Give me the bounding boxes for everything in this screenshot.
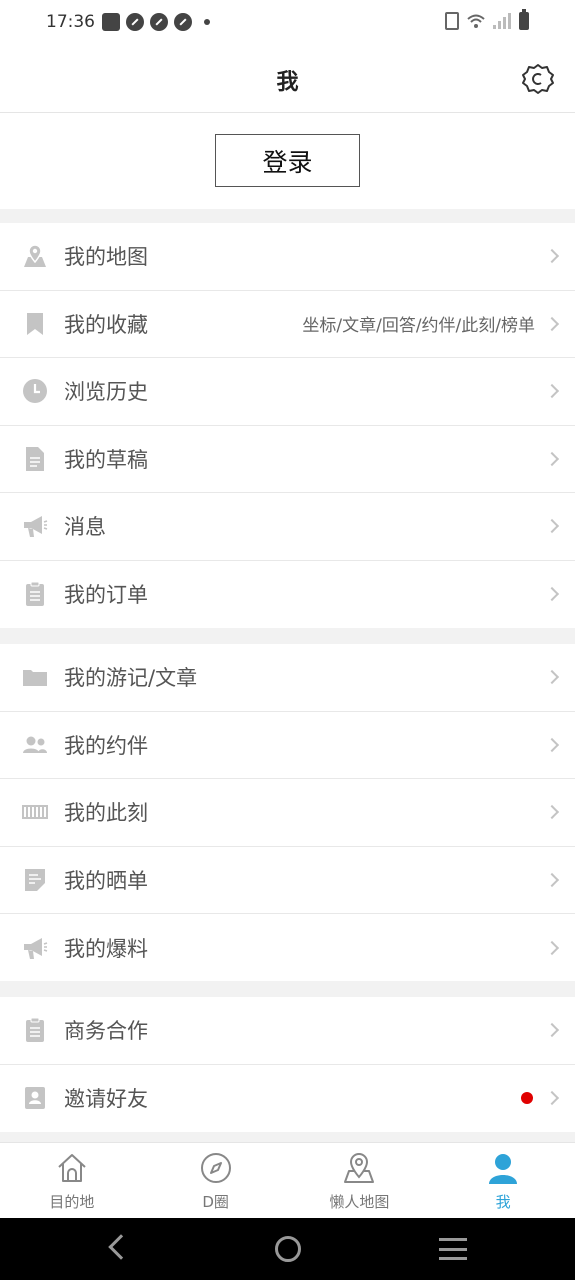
menu-item-drafts[interactable]: 我的草稿 <box>0 426 575 493</box>
chevron-right-icon <box>544 316 560 331</box>
favorites-subtitle: 坐标/文章/回答/约伴/此刻/榜单 <box>302 316 535 337</box>
section-divider <box>0 981 575 997</box>
menu-item-business[interactable]: 商务合作 <box>0 997 575 1065</box>
clock-icon <box>23 379 47 404</box>
signal-icon <box>493 13 511 29</box>
clipboard-icon <box>26 1017 44 1043</box>
user-icon <box>489 1154 518 1184</box>
compass-icon <box>200 1153 231 1183</box>
chevron-right-icon <box>544 805 560 820</box>
menu-label: 消息 <box>64 515 106 540</box>
chevron-right-icon <box>544 451 560 466</box>
menu-label: 商务合作 <box>64 1019 148 1044</box>
notification-icons <box>102 13 210 31</box>
shopping-bag-icon <box>102 13 120 31</box>
menu-label: 我的草稿 <box>64 447 148 472</box>
menu-item-companions[interactable]: 我的约伴 <box>0 712 575 779</box>
vibrate-icon <box>445 12 459 30</box>
section-divider <box>0 628 575 644</box>
menu-label: 我的订单 <box>64 583 148 608</box>
map-icon <box>24 244 46 268</box>
menu-label: 我的地图 <box>64 245 148 270</box>
tab-label: D圈 <box>202 1193 229 1211</box>
chevron-right-icon <box>544 1091 560 1106</box>
battery-icon <box>519 9 529 30</box>
system-icons <box>445 9 529 30</box>
notification-badge <box>521 1092 533 1105</box>
bookmark-icon <box>27 312 43 335</box>
home-circle-icon[interactable] <box>275 1236 301 1262</box>
menu-item-history[interactable]: 浏览历史 <box>0 358 575 426</box>
login-button[interactable]: 登录 <box>215 134 360 187</box>
menu-item-showcase[interactable]: 我的晒单 <box>0 847 575 914</box>
folder-icon <box>23 670 47 687</box>
section-divider <box>0 1132 575 1142</box>
menu-group-3: 商务合作 邀请好友 <box>0 997 575 1132</box>
menu-item-tips[interactable]: 我的爆料 <box>0 914 575 982</box>
back-icon[interactable] <box>108 1234 134 1260</box>
contact-icon <box>25 1087 45 1110</box>
menu-label: 我的此刻 <box>64 801 148 826</box>
chevron-right-icon <box>544 940 560 955</box>
menu-label: 我的游记/文章 <box>64 666 198 691</box>
menu-label: 我的约伴 <box>64 733 148 758</box>
receipt-icon <box>25 868 45 891</box>
status-time: 17:36 <box>46 12 95 32</box>
status-bar: 17:36 <box>0 0 575 46</box>
megaphone-icon <box>24 937 48 959</box>
tab-d-circle[interactable]: D圈 <box>144 1143 288 1218</box>
tab-destination[interactable]: 目的地 <box>0 1143 144 1218</box>
chevron-right-icon <box>544 872 560 887</box>
people-icon <box>23 736 47 753</box>
menu-item-travel-notes[interactable]: 我的游记/文章 <box>0 644 575 712</box>
menu-item-moments[interactable]: 我的此刻 <box>0 779 575 847</box>
menu-group-1: 我的地图 我的收藏 坐标/文章/回答/约伴/此刻/榜单 浏览历史 我的草稿 消息 <box>0 223 575 628</box>
more-notifications-icon <box>204 19 210 25</box>
section-divider <box>0 209 575 223</box>
tab-label: 目的地 <box>49 1193 95 1211</box>
menu-label: 邀请好友 <box>64 1087 148 1112</box>
login-section: 登录 <box>0 113 575 209</box>
menu-label: 我的晒单 <box>64 868 148 893</box>
menu-item-my-map[interactable]: 我的地图 <box>0 223 575 291</box>
bottom-tab-bar: 目的地 D圈 懒人地图 我 <box>0 1142 575 1218</box>
tab-lazy-map[interactable]: 懒人地图 <box>288 1143 432 1218</box>
menu-item-invite-friends[interactable]: 邀请好友 <box>0 1065 575 1133</box>
menu-label: 我的收藏 <box>64 312 148 337</box>
recent-apps-icon[interactable] <box>439 1238 467 1260</box>
menu-item-my-favorites[interactable]: 我的收藏 坐标/文章/回答/约伴/此刻/榜单 <box>0 291 575 358</box>
menu-label: 我的爆料 <box>64 936 148 961</box>
tab-label: 我 <box>495 1193 511 1211</box>
map-pin-icon <box>344 1152 375 1183</box>
wifi-icon <box>467 14 485 28</box>
chevron-right-icon <box>544 519 560 534</box>
menu-item-messages[interactable]: 消息 <box>0 493 575 561</box>
menu-label: 浏览历史 <box>64 380 148 405</box>
settings-icon[interactable] <box>521 62 555 96</box>
chevron-right-icon <box>544 1023 560 1038</box>
system-navigation-bar <box>0 1218 575 1280</box>
chevron-right-icon <box>544 384 560 399</box>
megaphone-icon <box>24 516 48 538</box>
tab-label: 懒人地图 <box>329 1193 390 1211</box>
clipboard-icon <box>26 581 44 607</box>
tab-me[interactable]: 我 <box>431 1143 575 1218</box>
speedometer-icon <box>174 13 192 31</box>
document-icon <box>26 446 44 471</box>
home-icon <box>58 1154 86 1182</box>
speedometer-icon <box>126 13 144 31</box>
menu-item-orders[interactable]: 我的订单 <box>0 561 575 629</box>
chevron-right-icon <box>544 249 560 264</box>
page-header: 我 <box>0 46 575 113</box>
chevron-right-icon <box>544 670 560 685</box>
menu-group-2: 我的游记/文章 我的约伴 我的此刻 我的晒单 我的爆料 <box>0 644 575 982</box>
film-icon <box>22 805 48 820</box>
chevron-right-icon <box>544 587 560 602</box>
chevron-right-icon <box>544 737 560 752</box>
speedometer-icon <box>150 13 168 31</box>
page-title: 我 <box>276 70 299 95</box>
